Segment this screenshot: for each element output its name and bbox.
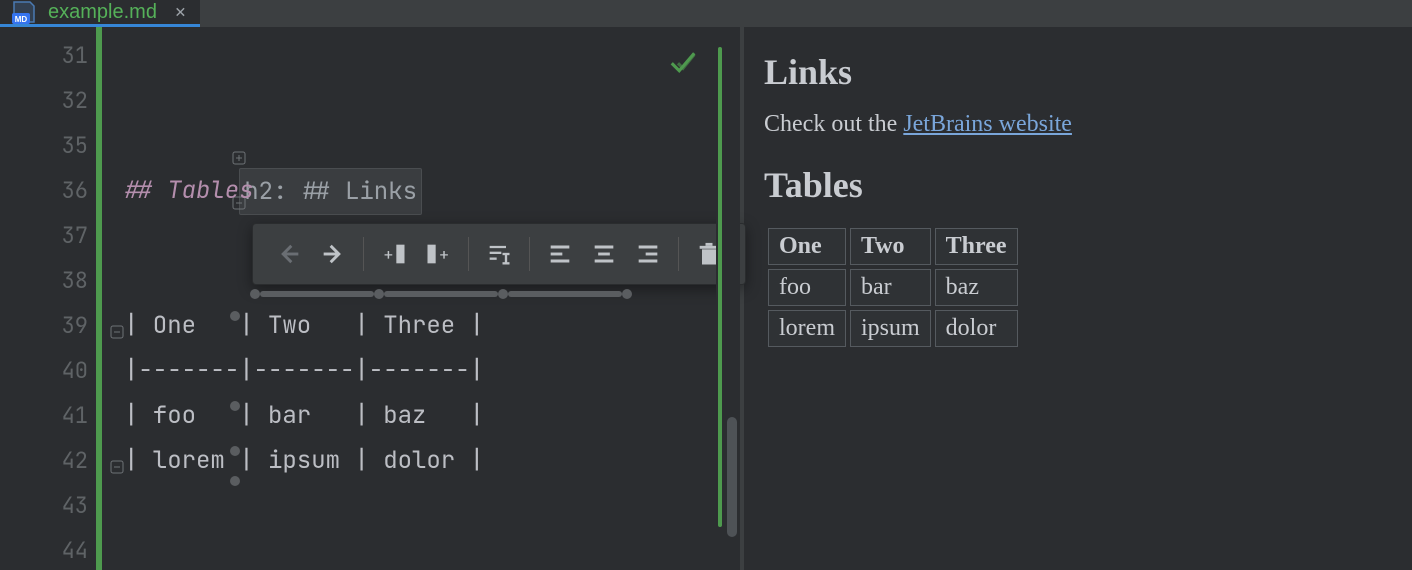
table-row-grip[interactable] (230, 446, 240, 456)
code-line-table-row[interactable]: | foo | bar | baz | (102, 393, 716, 438)
line-number: 43 (0, 483, 96, 528)
close-icon[interactable]: ✕ (175, 1, 186, 24)
code-line[interactable] (102, 483, 716, 528)
line-number: 39 (0, 303, 96, 348)
markdown-heading: ## Tables (124, 175, 254, 206)
main-split: 313235363738394041424344 h2: ## Links ##… (0, 27, 1412, 570)
table-cell: baz (935, 269, 1018, 306)
line-number: 38 (0, 258, 96, 303)
tab-bar-empty (200, 0, 1412, 27)
fold-collapse-icon[interactable] (88, 135, 102, 149)
preview-text: Check out the (764, 111, 903, 137)
toolbar-separator (468, 237, 469, 271)
scrollbar-thumb[interactable] (727, 417, 737, 537)
table-cell: lorem (768, 310, 846, 347)
line-number: 40 (0, 348, 96, 393)
line-number: 42 (0, 438, 96, 483)
toolbar-separator (678, 237, 679, 271)
insert-column-after-button[interactable]: + (416, 232, 460, 276)
table-header-cell: One (768, 228, 846, 265)
line-number: 32 (0, 78, 96, 123)
fold-collapse-icon[interactable] (110, 309, 124, 323)
table-column-grips[interactable] (250, 289, 632, 299)
table-cell: dolor (935, 310, 1018, 347)
preview-heading-links: Links (764, 51, 1392, 93)
table-header-cell: Two (850, 228, 931, 265)
line-number: 35 (0, 123, 96, 168)
insert-column-before-button[interactable]: + (372, 232, 416, 276)
tab-filename: example.md (48, 1, 157, 24)
code-line-heading[interactable]: ## Tables (102, 168, 716, 213)
code-line[interactable] (102, 528, 716, 570)
svg-text:+: + (439, 243, 449, 265)
tab-bar: MD example.md ✕ (0, 0, 1412, 27)
toolbar-separator (529, 237, 530, 271)
table-cell: bar (850, 269, 931, 306)
table-cell: foo (768, 269, 846, 306)
table-row: loremipsumdolor (768, 310, 1018, 347)
table-row-grip[interactable] (230, 311, 240, 321)
code-line-folded[interactable]: h2: ## Links (102, 78, 716, 123)
table-header-row: OneTwoThree (768, 228, 1018, 265)
editor-scrollbar[interactable] (724, 27, 740, 570)
error-stripe[interactable] (716, 27, 724, 570)
inspection-ok-icon[interactable] (668, 47, 698, 92)
code-line[interactable] (102, 123, 716, 168)
table-cell: ipsum (850, 310, 931, 347)
line-number: 36 (0, 168, 96, 213)
table-row-grip[interactable] (230, 401, 240, 411)
preview-paragraph: Check out the JetBrains website (764, 111, 1392, 138)
tab-example-md[interactable]: MD example.md ✕ (0, 0, 200, 27)
preview-table: OneTwoThree foobarbaz loremipsumdolor (764, 224, 1022, 351)
svg-text:MD: MD (15, 15, 28, 24)
code-line-table-header[interactable]: | One | Two | Three | (102, 303, 716, 348)
code-area[interactable]: h2: ## Links ## Tables | One | Two | Thr… (102, 27, 716, 570)
rename-column-button[interactable] (477, 232, 521, 276)
prev-cell-button (267, 232, 311, 276)
align-left-button[interactable] (538, 232, 582, 276)
line-number-gutter: 313235363738394041424344 (0, 27, 96, 570)
preview-link[interactable]: JetBrains website (903, 111, 1072, 137)
code-line-table-sep[interactable]: |-------|-------|-------| (102, 348, 716, 393)
next-cell-button[interactable] (311, 232, 355, 276)
line-number: 31 (0, 33, 96, 78)
toolbar-separator (363, 237, 364, 271)
svg-text:+: + (384, 243, 394, 265)
line-number: 37 (0, 213, 96, 258)
line-number: 44 (0, 528, 96, 570)
table-row-grip[interactable] (230, 476, 240, 486)
fold-end-icon[interactable] (110, 444, 124, 458)
align-center-button[interactable] (582, 232, 626, 276)
code-line[interactable] (102, 33, 716, 78)
align-right-button[interactable] (626, 232, 670, 276)
line-number: 41 (0, 393, 96, 438)
markdown-file-icon: MD (10, 0, 38, 24)
code-line-table-row[interactable]: | lorem | ipsum | dolor | (102, 438, 716, 483)
preview-heading-tables: Tables (764, 164, 1392, 206)
table-row: foobarbaz (768, 269, 1018, 306)
editor-pane: 313235363738394041424344 h2: ## Links ##… (0, 27, 740, 570)
table-header-cell: Three (935, 228, 1018, 265)
preview-pane: Links Check out the JetBrains website Ta… (744, 27, 1412, 570)
fold-expand-icon[interactable] (88, 90, 102, 104)
table-toolbar: + + (252, 223, 746, 285)
